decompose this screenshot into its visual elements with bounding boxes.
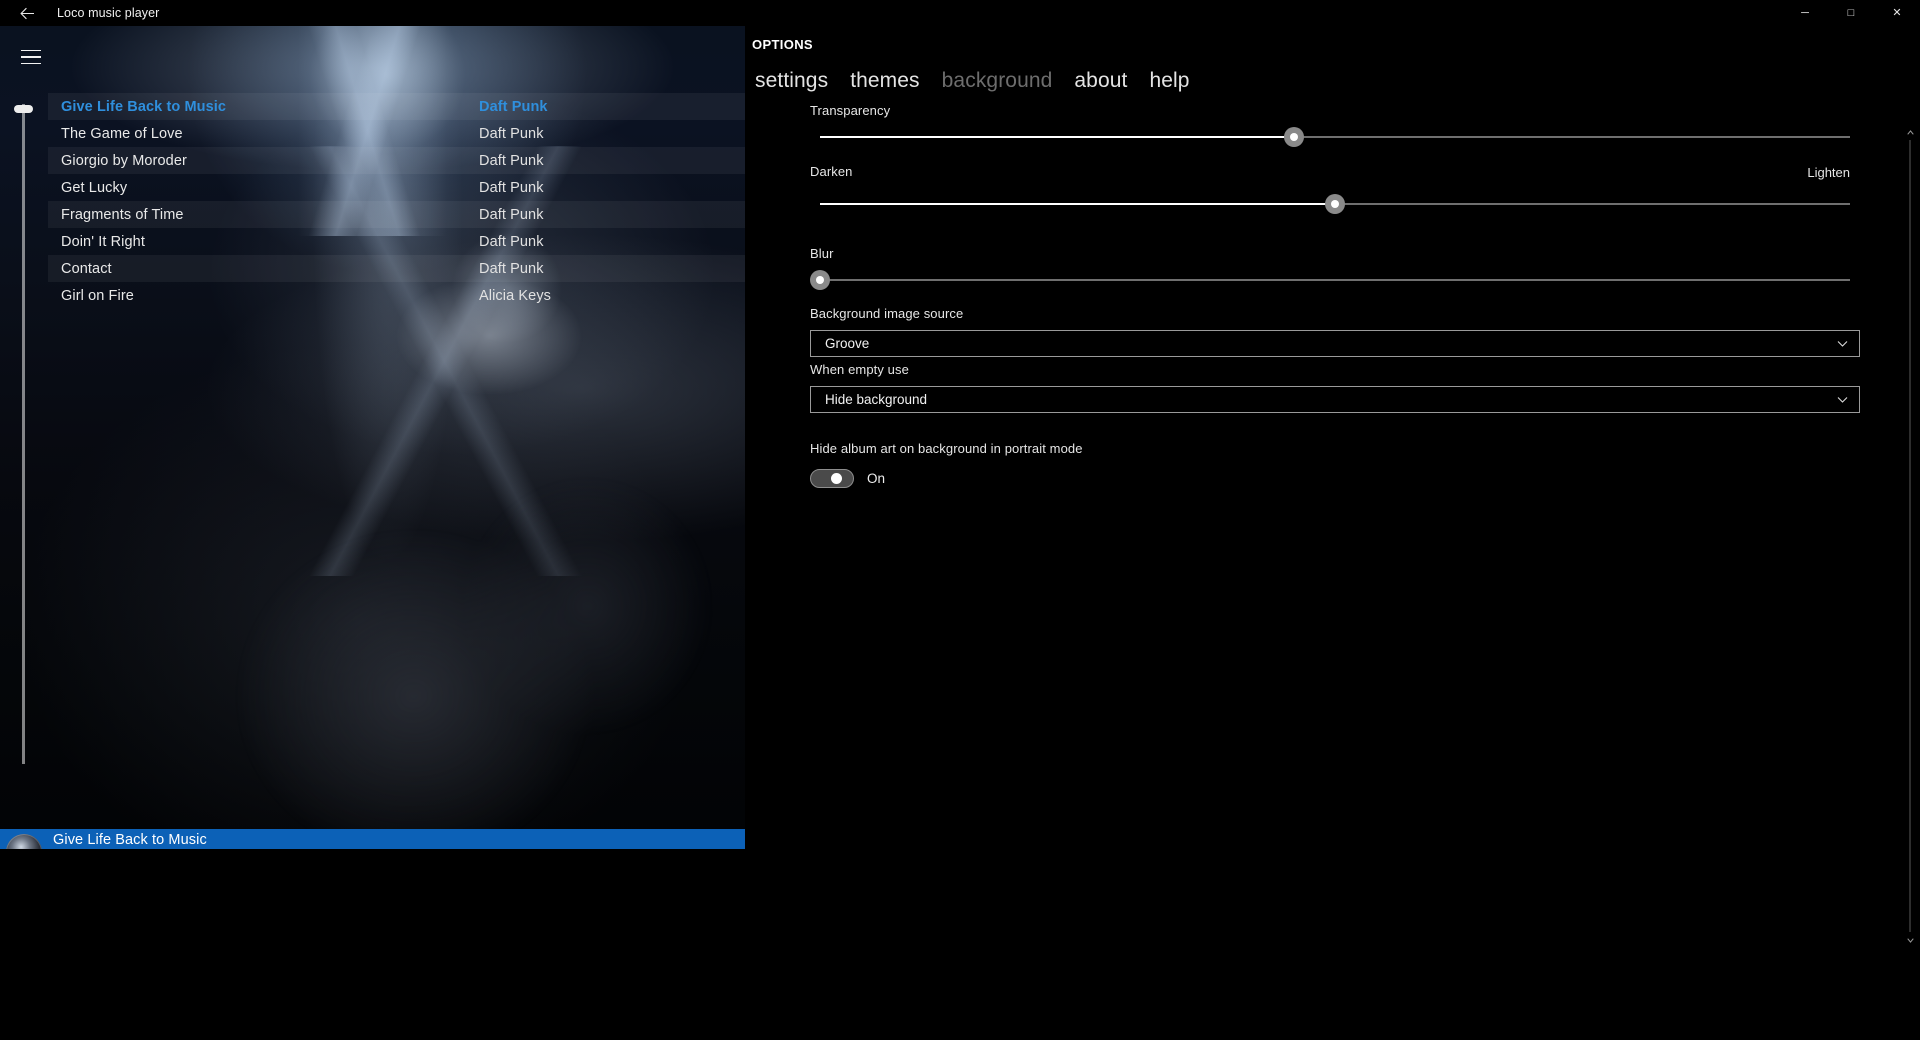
tab-about[interactable]: about (1074, 70, 1127, 91)
tab-settings[interactable]: settings (755, 70, 828, 91)
blur-slider[interactable] (810, 265, 1860, 295)
track-list-item[interactable]: Get Lucky Daft Punk (48, 174, 745, 201)
transparency-label: Transparency (810, 104, 1860, 117)
list-scrollbar[interactable] (22, 104, 25, 764)
hide-album-art-state: On (867, 471, 885, 486)
options-tab-bar: settings themes background about help (745, 70, 1190, 106)
track-artist: Daft Punk (479, 261, 544, 277)
track-title: Give Life Back to Music (61, 99, 226, 115)
darken-slider[interactable] (810, 189, 1860, 219)
close-button[interactable]: ✕ (1874, 0, 1920, 26)
arrow-left-icon (20, 7, 35, 20)
minimize-button[interactable]: ─ (1782, 0, 1828, 26)
track-artist: Daft Punk (479, 153, 544, 169)
scroll-up-arrow[interactable] (1907, 126, 1914, 138)
when-empty-use-label: When empty use (810, 363, 1860, 376)
options-header: OPTIONS (745, 26, 1920, 70)
player-pane: Give Life Back to Music Daft Punk The Ga… (0, 26, 745, 849)
background-image-source-dropdown[interactable]: Groove (810, 330, 1860, 357)
options-panel: OPTIONS settings themes background about… (745, 26, 1920, 1040)
album-art-thumbnail[interactable] (6, 834, 42, 849)
track-list: Give Life Back to Music Daft Punk The Ga… (48, 93, 745, 309)
track-artist: Daft Punk (479, 99, 548, 115)
track-title: Fragments of Time (61, 207, 184, 223)
track-title: Girl on Fire (61, 288, 134, 304)
app-title: Loco music player (57, 0, 159, 26)
track-artist: Daft Punk (479, 126, 544, 142)
track-list-item[interactable]: Girl on Fire Alicia Keys (48, 282, 745, 309)
track-title: Contact (61, 261, 112, 277)
track-list-item[interactable]: Contact Daft Punk (48, 255, 745, 282)
track-list-item[interactable]: Give Life Back to Music Daft Punk (48, 93, 745, 120)
player-bar: Give Life Back to Music Daft Punk 1:42 (0, 829, 745, 849)
track-title: Giorgio by Moroder (61, 153, 187, 169)
chevron-down-icon (1837, 394, 1848, 405)
track-title: The Game of Love (61, 126, 183, 142)
options-scrollbar[interactable] (1907, 126, 1914, 946)
darken-thumb[interactable] (1325, 194, 1345, 214)
toggle-knob (831, 473, 842, 484)
track-artist: Alicia Keys (479, 288, 551, 304)
options-heading: OPTIONS (752, 37, 813, 52)
tab-themes[interactable]: themes (850, 70, 919, 91)
track-list-item[interactable]: The Game of Love Daft Punk (48, 120, 745, 147)
hide-album-art-toggle[interactable] (810, 469, 854, 488)
blur-label: Blur (810, 247, 1860, 260)
scroll-down-arrow[interactable] (1907, 934, 1914, 946)
darken-fill (820, 203, 1335, 205)
blur-thumb[interactable] (810, 270, 830, 290)
maximize-button[interactable]: □ (1828, 0, 1874, 26)
title-bar: Loco music player ─ □ ✕ (0, 0, 1920, 26)
lighten-label: Lighten (1807, 165, 1850, 180)
track-artist: Daft Punk (479, 207, 544, 223)
tab-help[interactable]: help (1149, 70, 1189, 91)
track-artist: Daft Punk (479, 234, 544, 250)
transparency-fill (820, 136, 1294, 138)
transparency-thumb[interactable] (1284, 127, 1304, 147)
list-scrollbar-thumb[interactable] (14, 105, 33, 113)
now-playing-title: Give Life Back to Music (53, 832, 207, 848)
track-list-item[interactable]: Doin' It Right Daft Punk (48, 228, 745, 255)
back-button[interactable] (6, 0, 48, 26)
background-image-source-value: Groove (811, 336, 869, 351)
track-title: Doin' It Right (61, 234, 145, 250)
options-content: Transparency Darken Lighten (745, 104, 1920, 1040)
tab-background[interactable]: background (942, 70, 1053, 91)
track-title: Get Lucky (61, 180, 127, 196)
when-empty-use-value: Hide background (811, 392, 927, 407)
chevron-down-icon (1837, 338, 1848, 349)
hamburger-menu-icon[interactable] (10, 40, 52, 74)
when-empty-use-dropdown[interactable]: Hide background (810, 386, 1860, 413)
darken-label: Darken (810, 165, 1860, 178)
blur-track (820, 279, 1850, 281)
options-scrollbar-track (1909, 140, 1911, 932)
hide-album-art-toggle-row: On (810, 469, 1860, 488)
window-controls: ─ □ ✕ (1782, 0, 1920, 26)
hide-album-art-label: Hide album art on background in portrait… (810, 442, 1860, 455)
background-image-source-label: Background image source (810, 307, 1860, 320)
track-list-item[interactable]: Fragments of Time Daft Punk (48, 201, 745, 228)
transparency-slider[interactable] (810, 122, 1860, 152)
track-artist: Daft Punk (479, 180, 544, 196)
track-list-item[interactable]: Giorgio by Moroder Daft Punk (48, 147, 745, 174)
